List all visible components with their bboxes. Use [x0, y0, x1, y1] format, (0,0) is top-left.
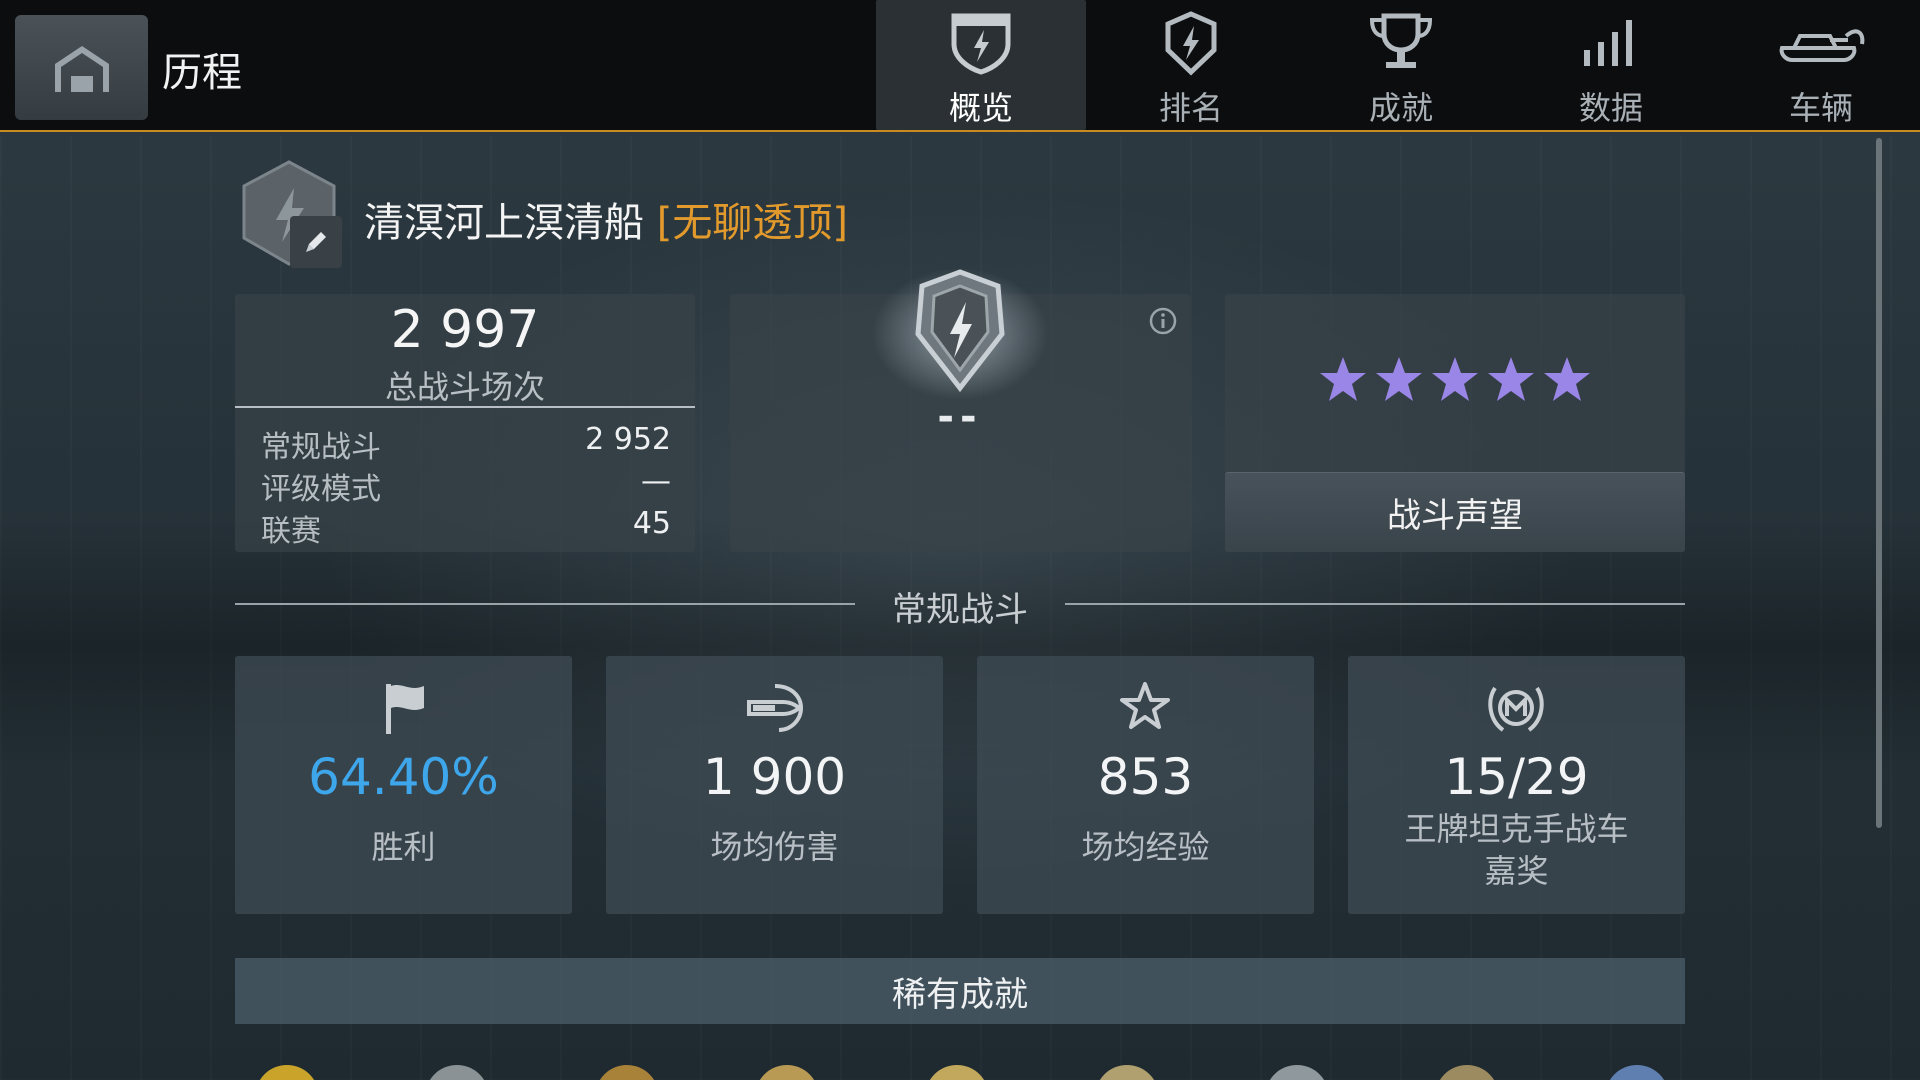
stat-label: 王牌坦克手战车嘉奖: [1404, 810, 1629, 890]
battles-row-regular: 常规战斗 2 952: [261, 422, 671, 466]
rank-value: --: [937, 394, 983, 440]
top-bar: 历程 概览 排名 成就 数据 车辆: [0, 0, 1920, 132]
stat-value: 64.40%: [308, 748, 499, 806]
rare-achievements-row: [235, 1055, 1685, 1080]
stat-label: 场均伤害: [710, 828, 839, 866]
section-title: 常规战斗: [892, 590, 1028, 630]
rank-shield-icon: [872, 268, 1048, 400]
tab-label: 车辆: [1788, 89, 1853, 127]
row-value: —: [641, 464, 671, 499]
trophy-icon: [1369, 13, 1433, 68]
row-label: 联赛: [261, 514, 321, 549]
home-button[interactable]: [15, 15, 148, 120]
player-name: 清溟河上溟清船 [无聊透顶]: [364, 190, 848, 248]
stat-card-mastery: 15/29 王牌坦克手战车嘉奖: [1348, 656, 1685, 914]
rank-icon: [1165, 11, 1217, 76]
clan-tag[interactable]: [无聊透顶]: [657, 200, 848, 246]
battles-row-rated: 评级模式 —: [261, 464, 671, 508]
stat-label: 场均经验: [1081, 828, 1210, 866]
prestige-stars: [1225, 354, 1685, 406]
tab-label: 数据: [1578, 89, 1643, 127]
edit-profile-button[interactable]: [290, 216, 342, 268]
row-label: 常规战斗: [261, 430, 381, 465]
battles-summary-panel: 2 997 总战斗场次 常规战斗 2 952 评级模式 — 联赛 45: [235, 294, 695, 552]
info-icon[interactable]: [1148, 306, 1178, 336]
stat-value: 853: [1097, 748, 1194, 806]
achievement-medal-icon[interactable]: [255, 1065, 319, 1080]
page-title: 历程: [162, 50, 242, 96]
divider: [235, 406, 695, 408]
tank-icon: [1779, 29, 1865, 62]
prestige-star-icon: [1488, 357, 1534, 401]
total-battles-value: 2 997: [390, 300, 540, 360]
achievement-medal-icon[interactable]: [1265, 1065, 1329, 1080]
prestige-star-icon: [1320, 357, 1366, 401]
battles-row-league: 联赛 45: [261, 506, 671, 550]
row-value: 45: [632, 506, 671, 541]
shell-icon: [747, 684, 804, 732]
achievement-medal-icon[interactable]: [1605, 1065, 1669, 1080]
total-battles-label: 总战斗场次: [384, 368, 545, 406]
player-nickname: 清溟河上溟清船: [364, 200, 644, 246]
stat-card-avg-xp: 853 场均经验: [977, 656, 1314, 914]
hangar-icon: [54, 45, 109, 92]
achievement-medal-icon[interactable]: [755, 1065, 819, 1080]
tab-label: 成就: [1368, 89, 1433, 127]
prestige-star-icon: [1432, 357, 1478, 401]
prestige-star-icon: [1376, 357, 1422, 401]
stat-label: 胜利: [371, 828, 436, 866]
tab-label: 排名: [1158, 89, 1223, 127]
rare-achievements-header[interactable]: 稀有成就: [235, 958, 1685, 1024]
divider-right: [1065, 603, 1685, 605]
achievement-medal-icon[interactable]: [1435, 1065, 1499, 1080]
tab-vehicles[interactable]: 车辆: [1716, 0, 1920, 130]
bar-chart-icon: [1584, 20, 1632, 66]
pencil-icon: [306, 232, 326, 252]
row-label: 评级模式: [261, 472, 381, 507]
stat-value: 15/29: [1444, 748, 1589, 806]
flag-icon: [386, 684, 424, 734]
scrollbar[interactable]: [1876, 138, 1882, 828]
mastery-badge-icon: [1488, 686, 1544, 732]
achievement-medal-icon[interactable]: [425, 1065, 489, 1080]
prestige-star-icon: [1544, 357, 1590, 401]
tab-statistics[interactable]: 数据: [1506, 0, 1716, 130]
rank-panel[interactable]: --: [730, 268, 1190, 552]
achievement-medal-icon[interactable]: [925, 1065, 989, 1080]
row-value: 2 952: [585, 422, 671, 457]
star-outline-icon: [1120, 682, 1170, 729]
stat-card-avg-damage: 1 900 场均伤害: [606, 656, 943, 914]
tab-label: 概览: [948, 89, 1013, 127]
tab-overview[interactable]: 概览: [876, 0, 1086, 130]
tab-rating[interactable]: 排名: [1086, 0, 1296, 130]
achievement-medal-icon[interactable]: [1095, 1065, 1159, 1080]
divider-left: [235, 603, 855, 605]
shield-icon: [951, 13, 1011, 75]
prestige-panel: 战斗声望: [1225, 294, 1685, 552]
battle-prestige-button[interactable]: 战斗声望: [1225, 472, 1685, 552]
stat-card-winrate: 64.40% 胜利: [235, 656, 572, 914]
achievement-medal-icon[interactable]: [595, 1065, 659, 1080]
tab-bar: 概览 排名 成就 数据 车辆: [876, 0, 1920, 130]
stat-value: 1 900: [702, 748, 847, 806]
tab-achievements[interactable]: 成就: [1296, 0, 1506, 130]
